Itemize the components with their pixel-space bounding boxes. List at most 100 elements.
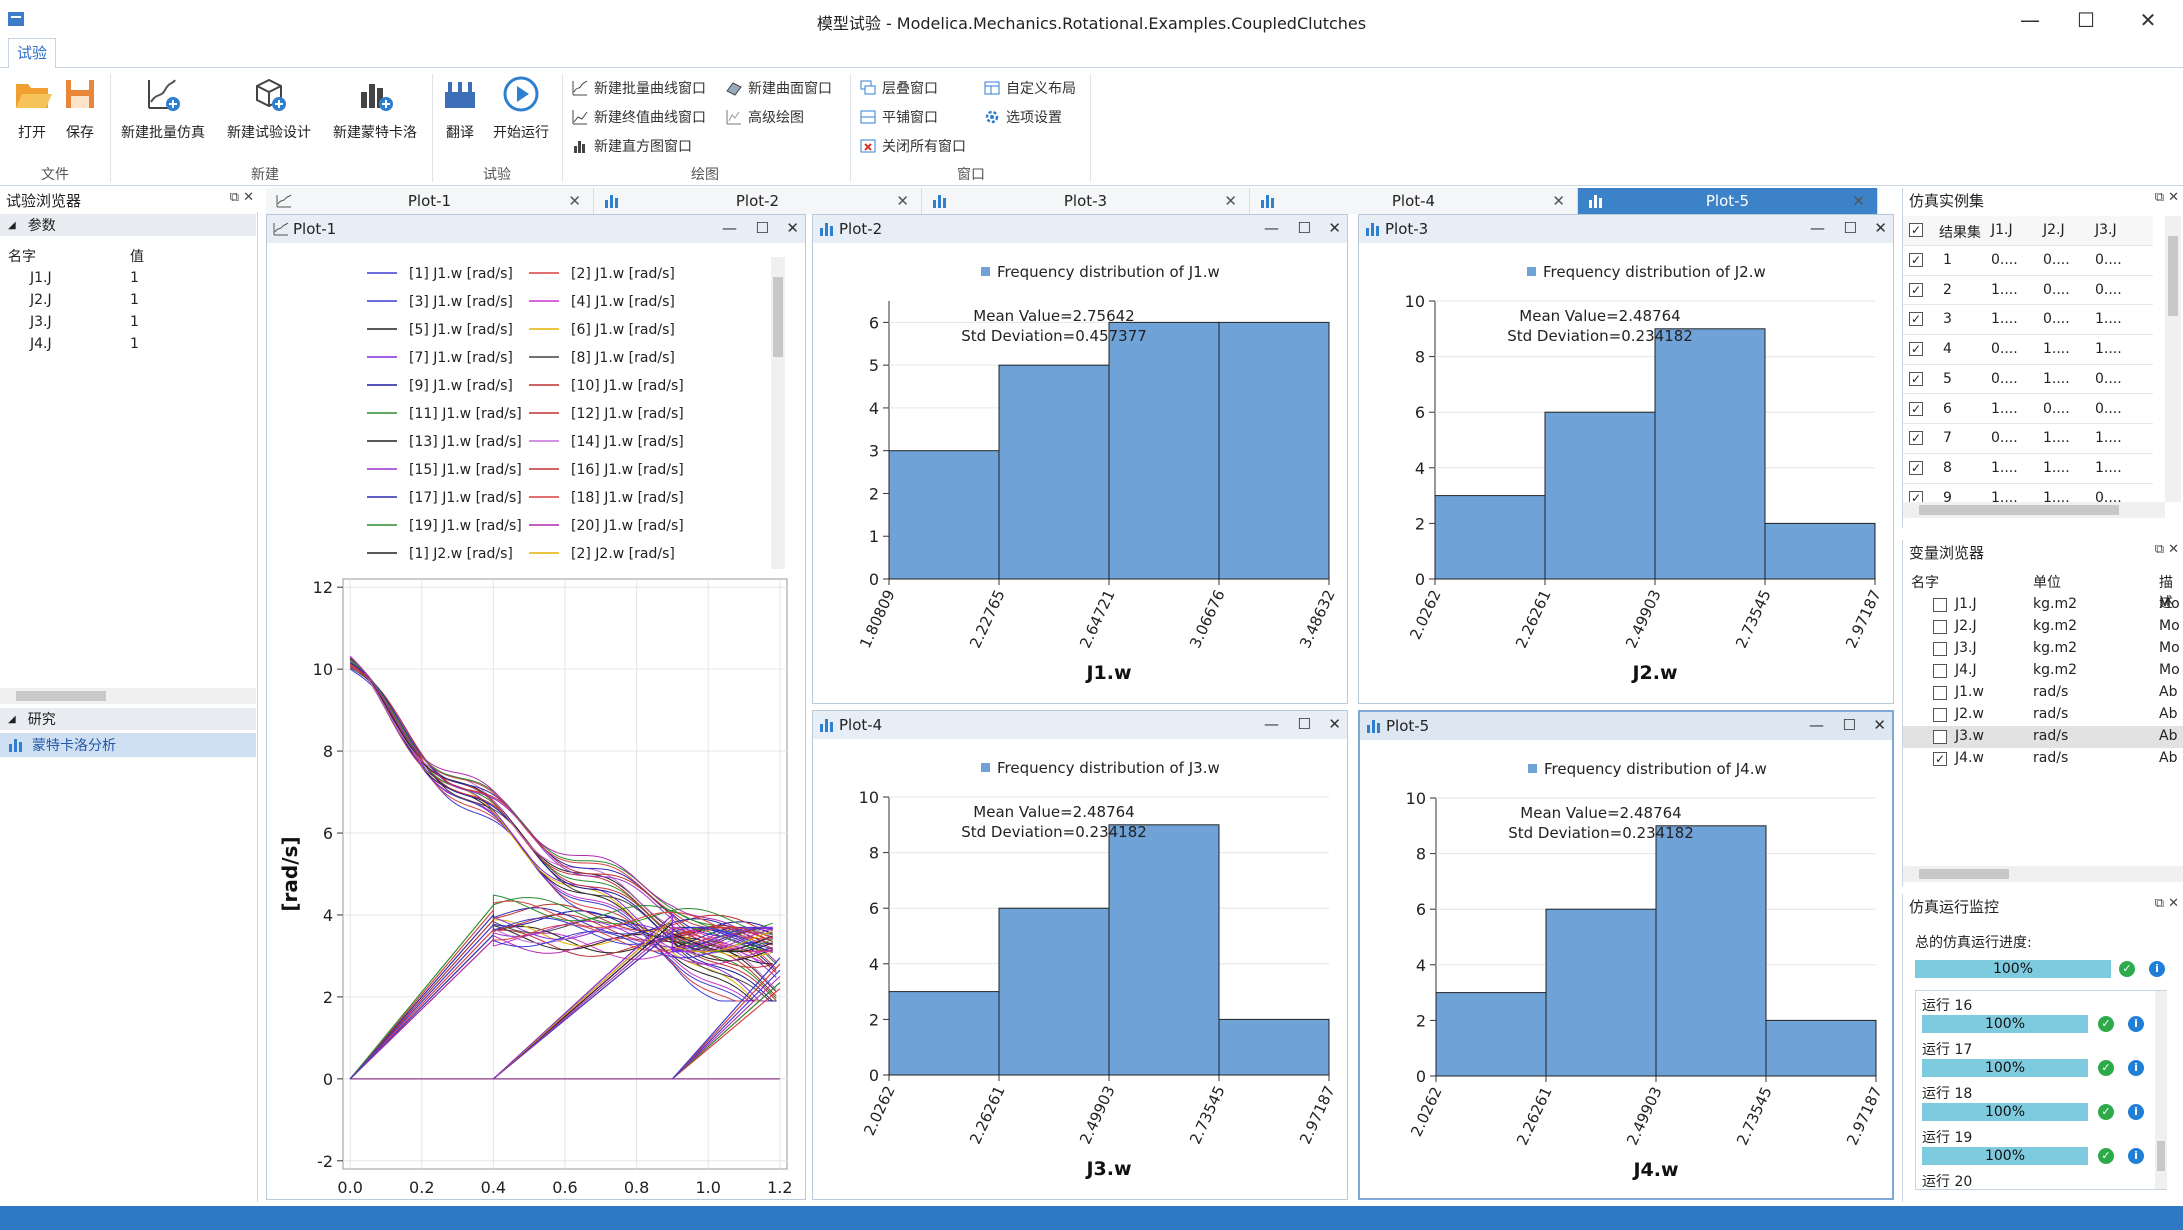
select-all-checkbox[interactable]: ✓ bbox=[1909, 223, 1923, 237]
study-section-header[interactable]: ◢ 研究 bbox=[0, 708, 256, 730]
close-tab-icon[interactable]: ✕ bbox=[896, 192, 909, 210]
table-row[interactable]: ✓ 6 1.... 0.... 0.... bbox=[1903, 395, 2153, 425]
ribbon-tab-test[interactable]: 试验 bbox=[8, 38, 56, 68]
variable-row[interactable]: J1.J kg.m2 Mo bbox=[1903, 594, 2183, 616]
vertical-scrollbar[interactable] bbox=[2155, 991, 2167, 1189]
variable-row[interactable]: J3.w rad/s Ab bbox=[1903, 726, 2183, 748]
tab-plot-4[interactable]: Plot-4 ✕ bbox=[1250, 188, 1578, 214]
close-button[interactable]: ✕ bbox=[1328, 219, 1341, 237]
variable-checkbox[interactable] bbox=[1933, 708, 1947, 722]
minimize-button[interactable]: — bbox=[1809, 716, 1824, 734]
table-row[interactable]: ✓ 8 1.... 1.... 1.... bbox=[1903, 454, 2153, 484]
new-surface-window-button[interactable]: 新建曲面窗口 bbox=[726, 78, 832, 98]
column-header[interactable]: 结果集 bbox=[1939, 222, 1981, 242]
minimize-button[interactable]: — bbox=[1810, 219, 1825, 237]
variable-row[interactable]: J2.J kg.m2 Mo bbox=[1903, 616, 2183, 638]
row-checkbox[interactable]: ✓ bbox=[1909, 371, 1923, 386]
new-monte-carlo-button[interactable]: 新建蒙特卡洛 bbox=[324, 74, 426, 142]
row-checkbox[interactable]: ✓ bbox=[1909, 342, 1923, 357]
column-header[interactable]: J1.J bbox=[1991, 222, 2013, 238]
advanced-plot-button[interactable]: 高级绘图 bbox=[726, 107, 804, 127]
info-icon[interactable]: i bbox=[2128, 1060, 2144, 1076]
variable-checkbox[interactable] bbox=[1933, 598, 1947, 612]
params-section-header[interactable]: ◢ 参数 bbox=[0, 214, 256, 236]
variable-row[interactable]: J4.J kg.m2 Mo bbox=[1903, 660, 2183, 682]
horizontal-scrollbar[interactable] bbox=[1903, 866, 2183, 882]
row-checkbox[interactable]: ✓ bbox=[1909, 460, 1923, 475]
table-row[interactable]: ✓ 2 1.... 0.... 0.... bbox=[1903, 276, 2153, 306]
variable-checkbox[interactable] bbox=[1933, 664, 1947, 678]
close-tab-icon[interactable]: ✕ bbox=[1224, 192, 1237, 210]
row-checkbox[interactable]: ✓ bbox=[1909, 401, 1923, 416]
maximize-button[interactable]: ☐ bbox=[1843, 716, 1856, 734]
row-checkbox[interactable]: ✓ bbox=[1909, 282, 1923, 297]
translate-button[interactable]: 翻译 bbox=[436, 74, 484, 142]
close-tab-icon[interactable]: ✕ bbox=[1552, 192, 1565, 210]
table-row[interactable]: ✓ 9 1.... 1.... 0.... bbox=[1903, 484, 2153, 502]
param-name[interactable]: J4.J bbox=[30, 336, 52, 352]
tab-plot-5[interactable]: Plot-5 ✕ bbox=[1578, 188, 1878, 214]
close-tab-icon[interactable]: ✕ bbox=[1852, 192, 1865, 210]
horizontal-scrollbar[interactable] bbox=[1903, 502, 2165, 518]
variable-checkbox[interactable] bbox=[1933, 642, 1947, 656]
new-histogram-window-button[interactable]: 新建直方图窗口 bbox=[572, 136, 692, 156]
table-row[interactable]: ✓ 1 0.... 0.... 0.... bbox=[1903, 246, 2153, 276]
param-name[interactable]: J1.J bbox=[30, 270, 52, 286]
variable-row[interactable]: J3.J kg.m2 Mo bbox=[1903, 638, 2183, 660]
tab-plot-1[interactable]: Plot-1 ✕ bbox=[266, 188, 594, 214]
info-icon[interactable]: i bbox=[2128, 1104, 2144, 1120]
param-value[interactable]: 1 bbox=[130, 314, 139, 330]
maximize-button[interactable]: ☐ bbox=[1844, 219, 1857, 237]
row-checkbox[interactable]: ✓ bbox=[1909, 431, 1923, 446]
panel-controls[interactable]: ⧉ ✕ bbox=[2155, 542, 2179, 557]
param-name[interactable]: J3.J bbox=[30, 314, 52, 330]
variable-row[interactable]: J1.w rad/s Ab bbox=[1903, 682, 2183, 704]
legend-scroll-thumb[interactable] bbox=[773, 277, 783, 357]
variable-checkbox[interactable] bbox=[1933, 686, 1947, 700]
close-button[interactable]: ✕ bbox=[1328, 715, 1341, 733]
table-row[interactable]: ✓ 4 0.... 1.... 1.... bbox=[1903, 335, 2153, 365]
minimize-button[interactable]: — bbox=[1264, 715, 1279, 733]
row-checkbox[interactable]: ✓ bbox=[1909, 490, 1923, 502]
close-button[interactable]: ✕ bbox=[1873, 716, 1886, 734]
panel-controls[interactable]: ⧉ ✕ bbox=[2155, 190, 2179, 205]
tab-plot-2[interactable]: Plot-2 ✕ bbox=[594, 188, 922, 214]
table-row[interactable]: ✓ 5 0.... 1.... 0.... bbox=[1903, 365, 2153, 395]
tab-plot-3[interactable]: Plot-3 ✕ bbox=[922, 188, 1250, 214]
variable-checkbox[interactable] bbox=[1933, 620, 1947, 634]
minimize-button[interactable]: — bbox=[2010, 6, 2050, 34]
info-icon[interactable]: i bbox=[2128, 1148, 2144, 1164]
variable-row[interactable]: J2.w rad/s Ab bbox=[1903, 704, 2183, 726]
param-value[interactable]: 1 bbox=[130, 292, 139, 308]
minimize-button[interactable]: — bbox=[1264, 219, 1279, 237]
param-value[interactable]: 1 bbox=[130, 270, 139, 286]
tile-windows-button[interactable]: 平铺窗口 bbox=[860, 107, 938, 127]
maximize-button[interactable]: ☐ bbox=[2066, 6, 2106, 34]
open-button[interactable]: 打开 bbox=[8, 74, 56, 142]
panel-controls[interactable]: ⧉ ✕ bbox=[230, 190, 254, 205]
param-value[interactable]: 1 bbox=[130, 336, 139, 352]
options-button[interactable]: 选项设置 bbox=[984, 107, 1062, 127]
column-header[interactable]: J3.J bbox=[2095, 222, 2117, 238]
horizontal-scrollbar[interactable] bbox=[0, 688, 256, 704]
close-button[interactable]: ✕ bbox=[2128, 6, 2168, 34]
new-batch-curve-window-button[interactable]: 新建批量曲线窗口 bbox=[572, 78, 706, 98]
custom-layout-button[interactable]: 自定义布局 bbox=[984, 78, 1076, 98]
table-row[interactable]: ✓ 7 0.... 1.... 1.... bbox=[1903, 424, 2153, 454]
plot1-chart[interactable]: [1] J1.w [rad/s] [2] J1.w [rad/s] [3] J1.w… bbox=[267, 243, 805, 1199]
close-button[interactable]: ✕ bbox=[786, 219, 799, 237]
save-button[interactable]: 保存 bbox=[56, 74, 104, 142]
minimize-button[interactable]: — bbox=[722, 219, 737, 237]
start-run-button[interactable]: 开始运行 bbox=[488, 74, 554, 142]
vertical-scrollbar[interactable] bbox=[2165, 216, 2181, 502]
table-row[interactable]: ✓ 3 1.... 0.... 1.... bbox=[1903, 305, 2153, 336]
maximize-button[interactable]: ☐ bbox=[756, 219, 769, 237]
histogram-chart[interactable]: Frequency distribution of J4.w 0 2 4 6 8 10 2.0… bbox=[1360, 740, 1892, 1200]
maximize-button[interactable]: ☐ bbox=[1298, 715, 1311, 733]
close-tab-icon[interactable]: ✕ bbox=[568, 192, 581, 210]
new-batch-sim-button[interactable]: 新建批量仿真 bbox=[112, 74, 214, 142]
column-header[interactable]: J2.J bbox=[2043, 222, 2065, 238]
row-checkbox[interactable]: ✓ bbox=[1909, 312, 1923, 327]
param-name[interactable]: J2.J bbox=[30, 292, 52, 308]
info-icon[interactable]: i bbox=[2128, 1016, 2144, 1032]
